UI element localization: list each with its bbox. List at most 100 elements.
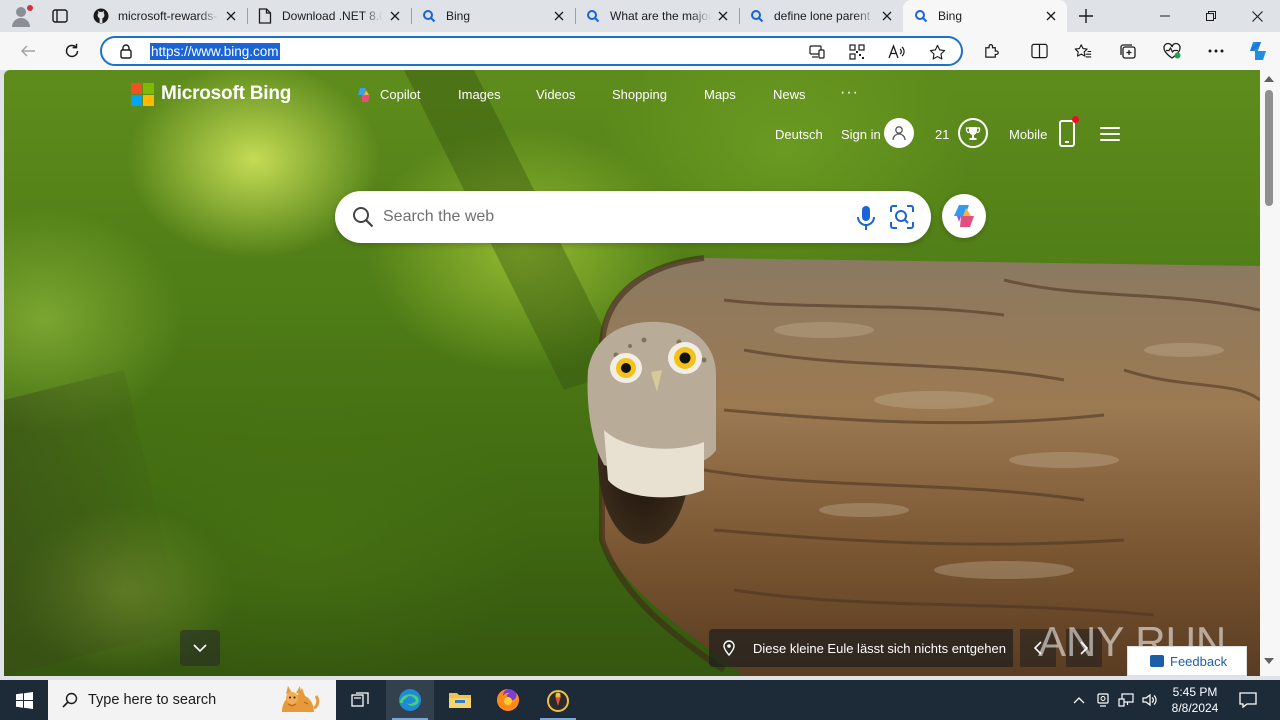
close-tab-icon[interactable]	[1043, 8, 1059, 24]
tab-actions-button[interactable]	[46, 4, 74, 28]
system-clock[interactable]: 5:45 PM 8/8/2024	[1166, 684, 1224, 716]
notification-dot	[1072, 116, 1079, 123]
read-aloud-icon[interactable]	[888, 43, 906, 61]
user-avatar-icon[interactable]	[884, 118, 914, 148]
collections-button[interactable]	[1114, 37, 1142, 65]
tab-title: What are the major	[610, 9, 711, 23]
back-arrow-icon	[20, 45, 35, 57]
nav-copilot[interactable]: Copilot	[380, 86, 420, 104]
puzzle-icon	[984, 43, 999, 58]
mobile-link[interactable]: Mobile	[1009, 126, 1047, 144]
volume-tray-button[interactable]	[1139, 680, 1161, 720]
sign-in-link[interactable]: Sign in	[841, 126, 881, 144]
plus-icon	[1079, 9, 1093, 23]
language-link[interactable]: Deutsch	[775, 126, 823, 144]
close-tab-icon[interactable]	[387, 8, 403, 24]
close-tab-icon[interactable]	[879, 8, 895, 24]
bing-search-icon	[585, 8, 601, 24]
nav-more-button[interactable]: ···	[840, 84, 859, 102]
scroll-down-arrow-icon[interactable]	[1264, 658, 1274, 664]
notification-icon	[1239, 692, 1257, 708]
medal-app-icon	[547, 690, 569, 712]
browser-toolbar: https://www.bing.com	[0, 32, 1280, 70]
tab-title: define lone parent	[774, 9, 871, 23]
tab-title: Bing	[446, 9, 471, 23]
close-tab-icon[interactable]	[223, 8, 239, 24]
scrollbar-thumb[interactable]	[1265, 90, 1273, 206]
tab-title: Bing	[938, 9, 963, 23]
copilot-chat-button[interactable]	[942, 194, 986, 238]
show-hidden-icons-button[interactable]	[1068, 680, 1090, 720]
favorites-button[interactable]	[1069, 37, 1097, 65]
scroll-up-arrow-icon[interactable]	[1264, 76, 1274, 82]
task-view-icon	[351, 692, 369, 707]
nav-images[interactable]: Images	[458, 86, 501, 104]
taskbar-search-placeholder: Type here to search	[88, 692, 217, 708]
tab-title: microsoft-rewards-	[118, 9, 218, 23]
tab-title: Download .NET 8.0	[282, 9, 383, 23]
profile-button[interactable]	[8, 4, 34, 28]
back-button[interactable]	[14, 37, 42, 65]
taskbar-file-explorer[interactable]	[436, 680, 484, 720]
taskbar-search-box[interactable]: Type here to search	[48, 680, 336, 720]
extensions-button[interactable]	[977, 37, 1005, 65]
qr-code-icon[interactable]	[848, 43, 866, 61]
nav-videos[interactable]: Videos	[536, 86, 576, 104]
clock-time: 5:45 PM	[1172, 685, 1218, 699]
search-input[interactable]	[383, 204, 823, 230]
start-button[interactable]	[0, 680, 48, 720]
search-box	[335, 191, 931, 243]
close-tab-icon[interactable]	[551, 8, 567, 24]
chevron-up-icon	[1073, 696, 1085, 703]
url-text[interactable]: https://www.bing.com	[150, 43, 280, 60]
taskbar-firefox[interactable]	[484, 680, 532, 720]
tab-define-lone-parent[interactable]: define lone parent	[739, 0, 903, 32]
restore-button[interactable]	[1188, 0, 1234, 32]
split-screen-icon	[1030, 43, 1048, 59]
network-tray-button[interactable]	[1115, 680, 1137, 720]
image-caption[interactable]: Diese kleine Eule lässt sich nichts entg…	[709, 629, 1013, 667]
feedback-icon	[1150, 655, 1164, 667]
rewards-trophy-icon[interactable]	[958, 118, 988, 148]
taskbar-edge[interactable]	[386, 680, 434, 720]
taskbar-app-medal[interactable]	[534, 680, 582, 720]
visual-search-icon[interactable]	[889, 204, 915, 230]
rewards-points[interactable]: 21	[935, 126, 949, 144]
tab-what-are-the-major[interactable]: What are the major	[575, 0, 739, 32]
cat-illustration-icon	[282, 686, 320, 712]
page-scrollbar[interactable]	[1260, 70, 1280, 676]
tab-bing[interactable]: Bing	[411, 0, 575, 32]
tab-bing-active[interactable]: Bing	[903, 0, 1067, 32]
close-window-button[interactable]	[1234, 0, 1280, 32]
nav-news[interactable]: News	[773, 86, 806, 104]
browser-essentials-button[interactable]	[1158, 37, 1186, 65]
refresh-button[interactable]	[58, 37, 86, 65]
settings-more-button[interactable]	[1202, 37, 1230, 65]
device-tray-button[interactable]	[1093, 680, 1113, 720]
microsoft-bing-logo[interactable]: Microsoft Bing	[131, 82, 291, 106]
app-available-icon[interactable]	[808, 43, 826, 61]
microphone-icon[interactable]	[854, 205, 878, 231]
nav-shopping[interactable]: Shopping	[612, 86, 667, 104]
address-bar[interactable]: https://www.bing.com	[100, 36, 963, 66]
hamburger-menu-icon[interactable]	[1100, 127, 1120, 141]
restore-icon	[1206, 11, 1216, 21]
favorite-star-icon[interactable]	[928, 43, 946, 61]
split-screen-button[interactable]	[1025, 37, 1053, 65]
task-view-button[interactable]	[336, 680, 384, 720]
feedback-button[interactable]: Feedback	[1127, 646, 1247, 676]
minimize-button[interactable]	[1142, 0, 1188, 32]
action-center-button[interactable]	[1232, 680, 1264, 720]
caption-text: Diese kleine Eule lässt sich nichts entg…	[753, 640, 1006, 656]
windows-logo-icon	[15, 691, 33, 709]
tab-microsoft-rewards[interactable]: microsoft-rewards-	[83, 0, 247, 32]
lock-icon[interactable]	[118, 43, 134, 59]
search-icon	[62, 692, 78, 708]
nav-maps[interactable]: Maps	[704, 86, 736, 104]
mobile-phone-icon[interactable]	[1059, 116, 1079, 147]
copilot-sidebar-button[interactable]	[1244, 37, 1272, 65]
new-tab-button[interactable]	[1074, 4, 1098, 28]
close-tab-icon[interactable]	[715, 8, 731, 24]
scroll-down-button[interactable]	[180, 630, 220, 666]
tab-download-dotnet[interactable]: Download .NET 8.0	[247, 0, 411, 32]
